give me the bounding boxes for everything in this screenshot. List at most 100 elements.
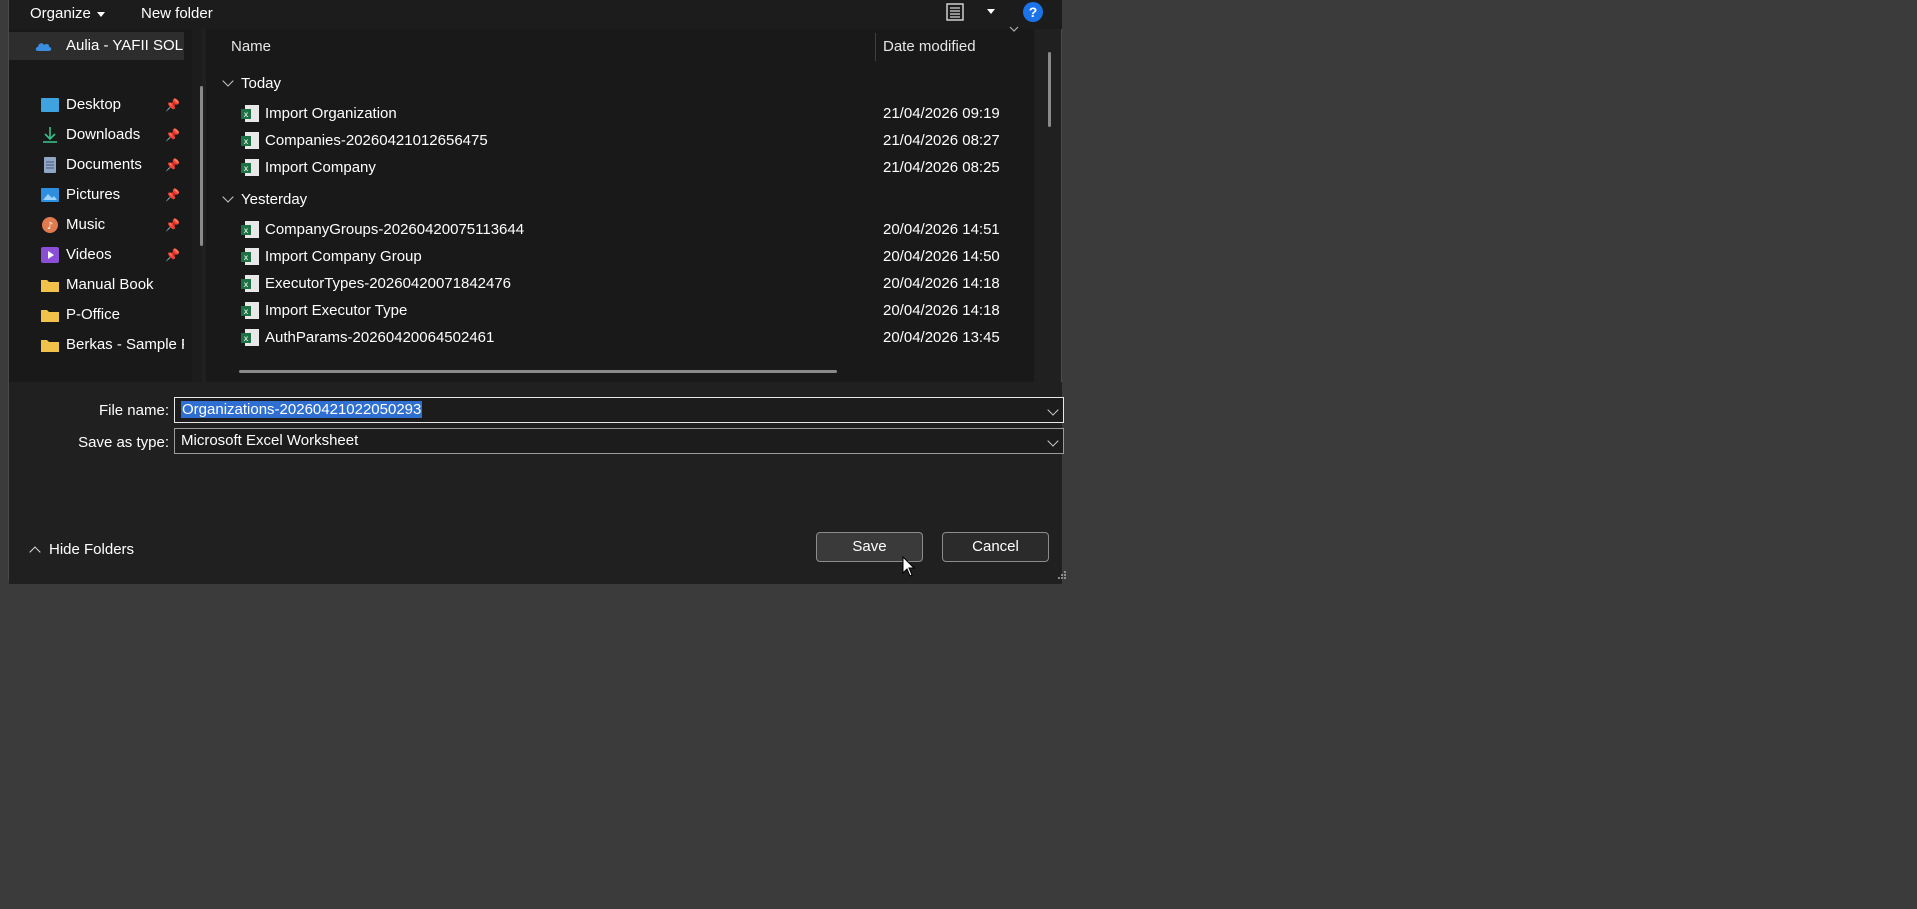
file-date: 21/04/2026 08:27 bbox=[883, 132, 1000, 149]
pin-icon: 📌 bbox=[165, 188, 180, 202]
svg-text:x: x bbox=[244, 137, 249, 146]
nav-item-label: Pictures bbox=[66, 186, 121, 203]
file-row[interactable]: x ExecutorTypes-20260420071842476 20/04/… bbox=[206, 270, 1034, 297]
pin-icon: 📌 bbox=[165, 218, 180, 232]
videos-icon bbox=[41, 247, 59, 263]
file-name: AuthParams-20260420064502461 bbox=[265, 329, 495, 346]
nav-item-label: Manual Book bbox=[66, 276, 154, 293]
excel-file-icon: x bbox=[241, 221, 259, 238]
folder-icon bbox=[41, 310, 59, 322]
download-icon bbox=[43, 127, 57, 143]
pictures-icon bbox=[41, 188, 59, 202]
file-row[interactable]: x Import Executor Type 20/04/2026 14:18 bbox=[206, 297, 1034, 324]
nav-item-berkas[interactable]: Berkas - Sample F bbox=[9, 331, 184, 359]
excel-file-icon: x bbox=[241, 275, 259, 292]
file-name: Import Company Group bbox=[265, 248, 422, 265]
group-label: Yesterday bbox=[241, 191, 308, 208]
file-date: 21/04/2026 09:19 bbox=[883, 105, 1000, 122]
group-header-today[interactable]: Today bbox=[222, 71, 282, 97]
pin-icon: 📌 bbox=[165, 128, 180, 142]
column-header-name[interactable]: Name bbox=[231, 29, 271, 65]
svg-text:x: x bbox=[244, 307, 249, 316]
help-icon[interactable]: ? bbox=[1023, 2, 1043, 22]
file-row[interactable]: x Import Organization 21/04/2026 09:19 bbox=[206, 100, 1034, 127]
file-row[interactable]: x CompanyGroups-20260420075113644 20/04/… bbox=[206, 216, 1034, 243]
save-as-dialog: Organize New folder ? Aulia - YAFII SOLU… bbox=[8, 0, 1066, 584]
nav-item-p-office[interactable]: P-Office bbox=[9, 301, 184, 329]
folder-icon bbox=[41, 280, 59, 292]
pin-icon: 📌 bbox=[165, 248, 180, 262]
excel-file-icon: x bbox=[241, 329, 259, 346]
nav-item-label: Documents bbox=[66, 156, 142, 173]
file-name: Companies-20260421012656475 bbox=[265, 132, 488, 149]
nav-item-pictures[interactable]: Pictures 📌 bbox=[9, 181, 184, 209]
documents-icon bbox=[44, 157, 56, 173]
column-divider[interactable] bbox=[875, 33, 876, 61]
folder-icon bbox=[41, 340, 59, 352]
file-date: 20/04/2026 14:50 bbox=[883, 248, 1000, 265]
nav-item-desktop[interactable]: Desktop 📌 bbox=[9, 91, 184, 119]
file-list: Name Date modified Today x Import Organi… bbox=[206, 29, 1034, 382]
nav-item-manual-book[interactable]: Manual Book bbox=[9, 271, 184, 299]
file-name: ExecutorTypes-20260420071842476 bbox=[265, 275, 512, 292]
view-chevron-down-icon[interactable] bbox=[987, 9, 995, 14]
music-icon: ♪ bbox=[42, 217, 58, 233]
nav-item-label: Desktop bbox=[66, 96, 122, 113]
nav-item-label: Music bbox=[66, 216, 106, 233]
nav-item-downloads[interactable]: Downloads 📌 bbox=[9, 121, 184, 149]
chevron-down-icon bbox=[96, 11, 105, 17]
nav-item-label: P-Office bbox=[66, 306, 120, 323]
file-name-input[interactable]: Organizations-20260421022050293 bbox=[174, 397, 1064, 423]
organize-menu-button[interactable]: Organize bbox=[30, 3, 105, 25]
organize-label: Organize bbox=[30, 5, 91, 22]
svg-text:x: x bbox=[244, 226, 249, 235]
scroll-up-arrow-icon[interactable] bbox=[1009, 26, 1019, 32]
nav-item-videos[interactable]: Videos 📌 bbox=[9, 241, 184, 269]
pin-icon: 📌 bbox=[165, 98, 180, 112]
nav-item-label: Videos bbox=[66, 246, 112, 263]
chevron-down-icon bbox=[222, 75, 234, 87]
group-header-yesterday[interactable]: Yesterday bbox=[222, 187, 308, 213]
nav-item-music[interactable]: ♪ Music 📌 bbox=[9, 211, 184, 239]
hide-folders-button[interactable]: Hide Folders bbox=[29, 541, 135, 558]
save-as-type-select[interactable]: Microsoft Excel Worksheet bbox=[174, 428, 1064, 454]
desktop-icon bbox=[41, 98, 59, 112]
file-row[interactable]: x Companies-20260421012656475 21/04/2026… bbox=[206, 127, 1034, 154]
file-date: 21/04/2026 08:25 bbox=[883, 159, 1000, 176]
chevron-down-icon bbox=[1047, 435, 1059, 447]
svg-text:x: x bbox=[244, 164, 249, 173]
file-name-selection: Organizations-20260421022050293 bbox=[181, 401, 423, 418]
excel-file-icon: x bbox=[241, 159, 259, 176]
excel-file-icon: x bbox=[241, 248, 259, 265]
file-date: 20/04/2026 14:18 bbox=[883, 275, 1000, 292]
nav-item-label: Downloads bbox=[66, 126, 141, 143]
save-as-type-value: Microsoft Excel Worksheet bbox=[181, 432, 359, 449]
file-row[interactable]: x Import Company 21/04/2026 08:25 bbox=[206, 154, 1034, 181]
svg-text:x: x bbox=[244, 110, 249, 119]
resize-grip-icon[interactable] bbox=[1057, 570, 1067, 580]
onedrive-cloud-icon bbox=[35, 43, 52, 51]
command-bar: Organize New folder ? bbox=[9, 0, 1062, 29]
nav-scrollbar-thumb[interactable] bbox=[200, 86, 203, 246]
new-folder-button[interactable]: New folder bbox=[141, 3, 213, 25]
file-list-vertical-scrollbar-thumb[interactable] bbox=[1048, 52, 1051, 127]
file-row[interactable]: x Import Company Group 20/04/2026 14:50 bbox=[206, 243, 1034, 270]
cancel-button[interactable]: Cancel bbox=[942, 532, 1049, 562]
hide-folders-label: Hide Folders bbox=[49, 541, 135, 558]
nav-item-label: Aulia - YAFII SOLU bbox=[66, 37, 184, 54]
view-options-icon[interactable] bbox=[945, 2, 965, 22]
file-row[interactable]: x AuthParams-20260420064502461 20/04/202… bbox=[206, 324, 1034, 351]
nav-item-documents[interactable]: Documents 📌 bbox=[9, 151, 184, 179]
excel-file-icon: x bbox=[241, 132, 259, 149]
file-name: Import Executor Type bbox=[265, 302, 408, 319]
file-date: 20/04/2026 14:51 bbox=[883, 221, 1000, 238]
chevron-down-icon[interactable] bbox=[1047, 404, 1059, 416]
file-name: Import Organization bbox=[265, 105, 397, 122]
file-list-horizontal-scrollbar-thumb[interactable] bbox=[239, 370, 837, 373]
svg-text:x: x bbox=[244, 280, 249, 289]
nav-item-onedrive[interactable]: Aulia - YAFII SOLU bbox=[9, 32, 184, 60]
column-header-date-modified[interactable]: Date modified bbox=[883, 29, 976, 65]
chevron-up-icon bbox=[29, 546, 41, 558]
group-label: Today bbox=[241, 75, 282, 92]
excel-file-icon: x bbox=[241, 302, 259, 319]
